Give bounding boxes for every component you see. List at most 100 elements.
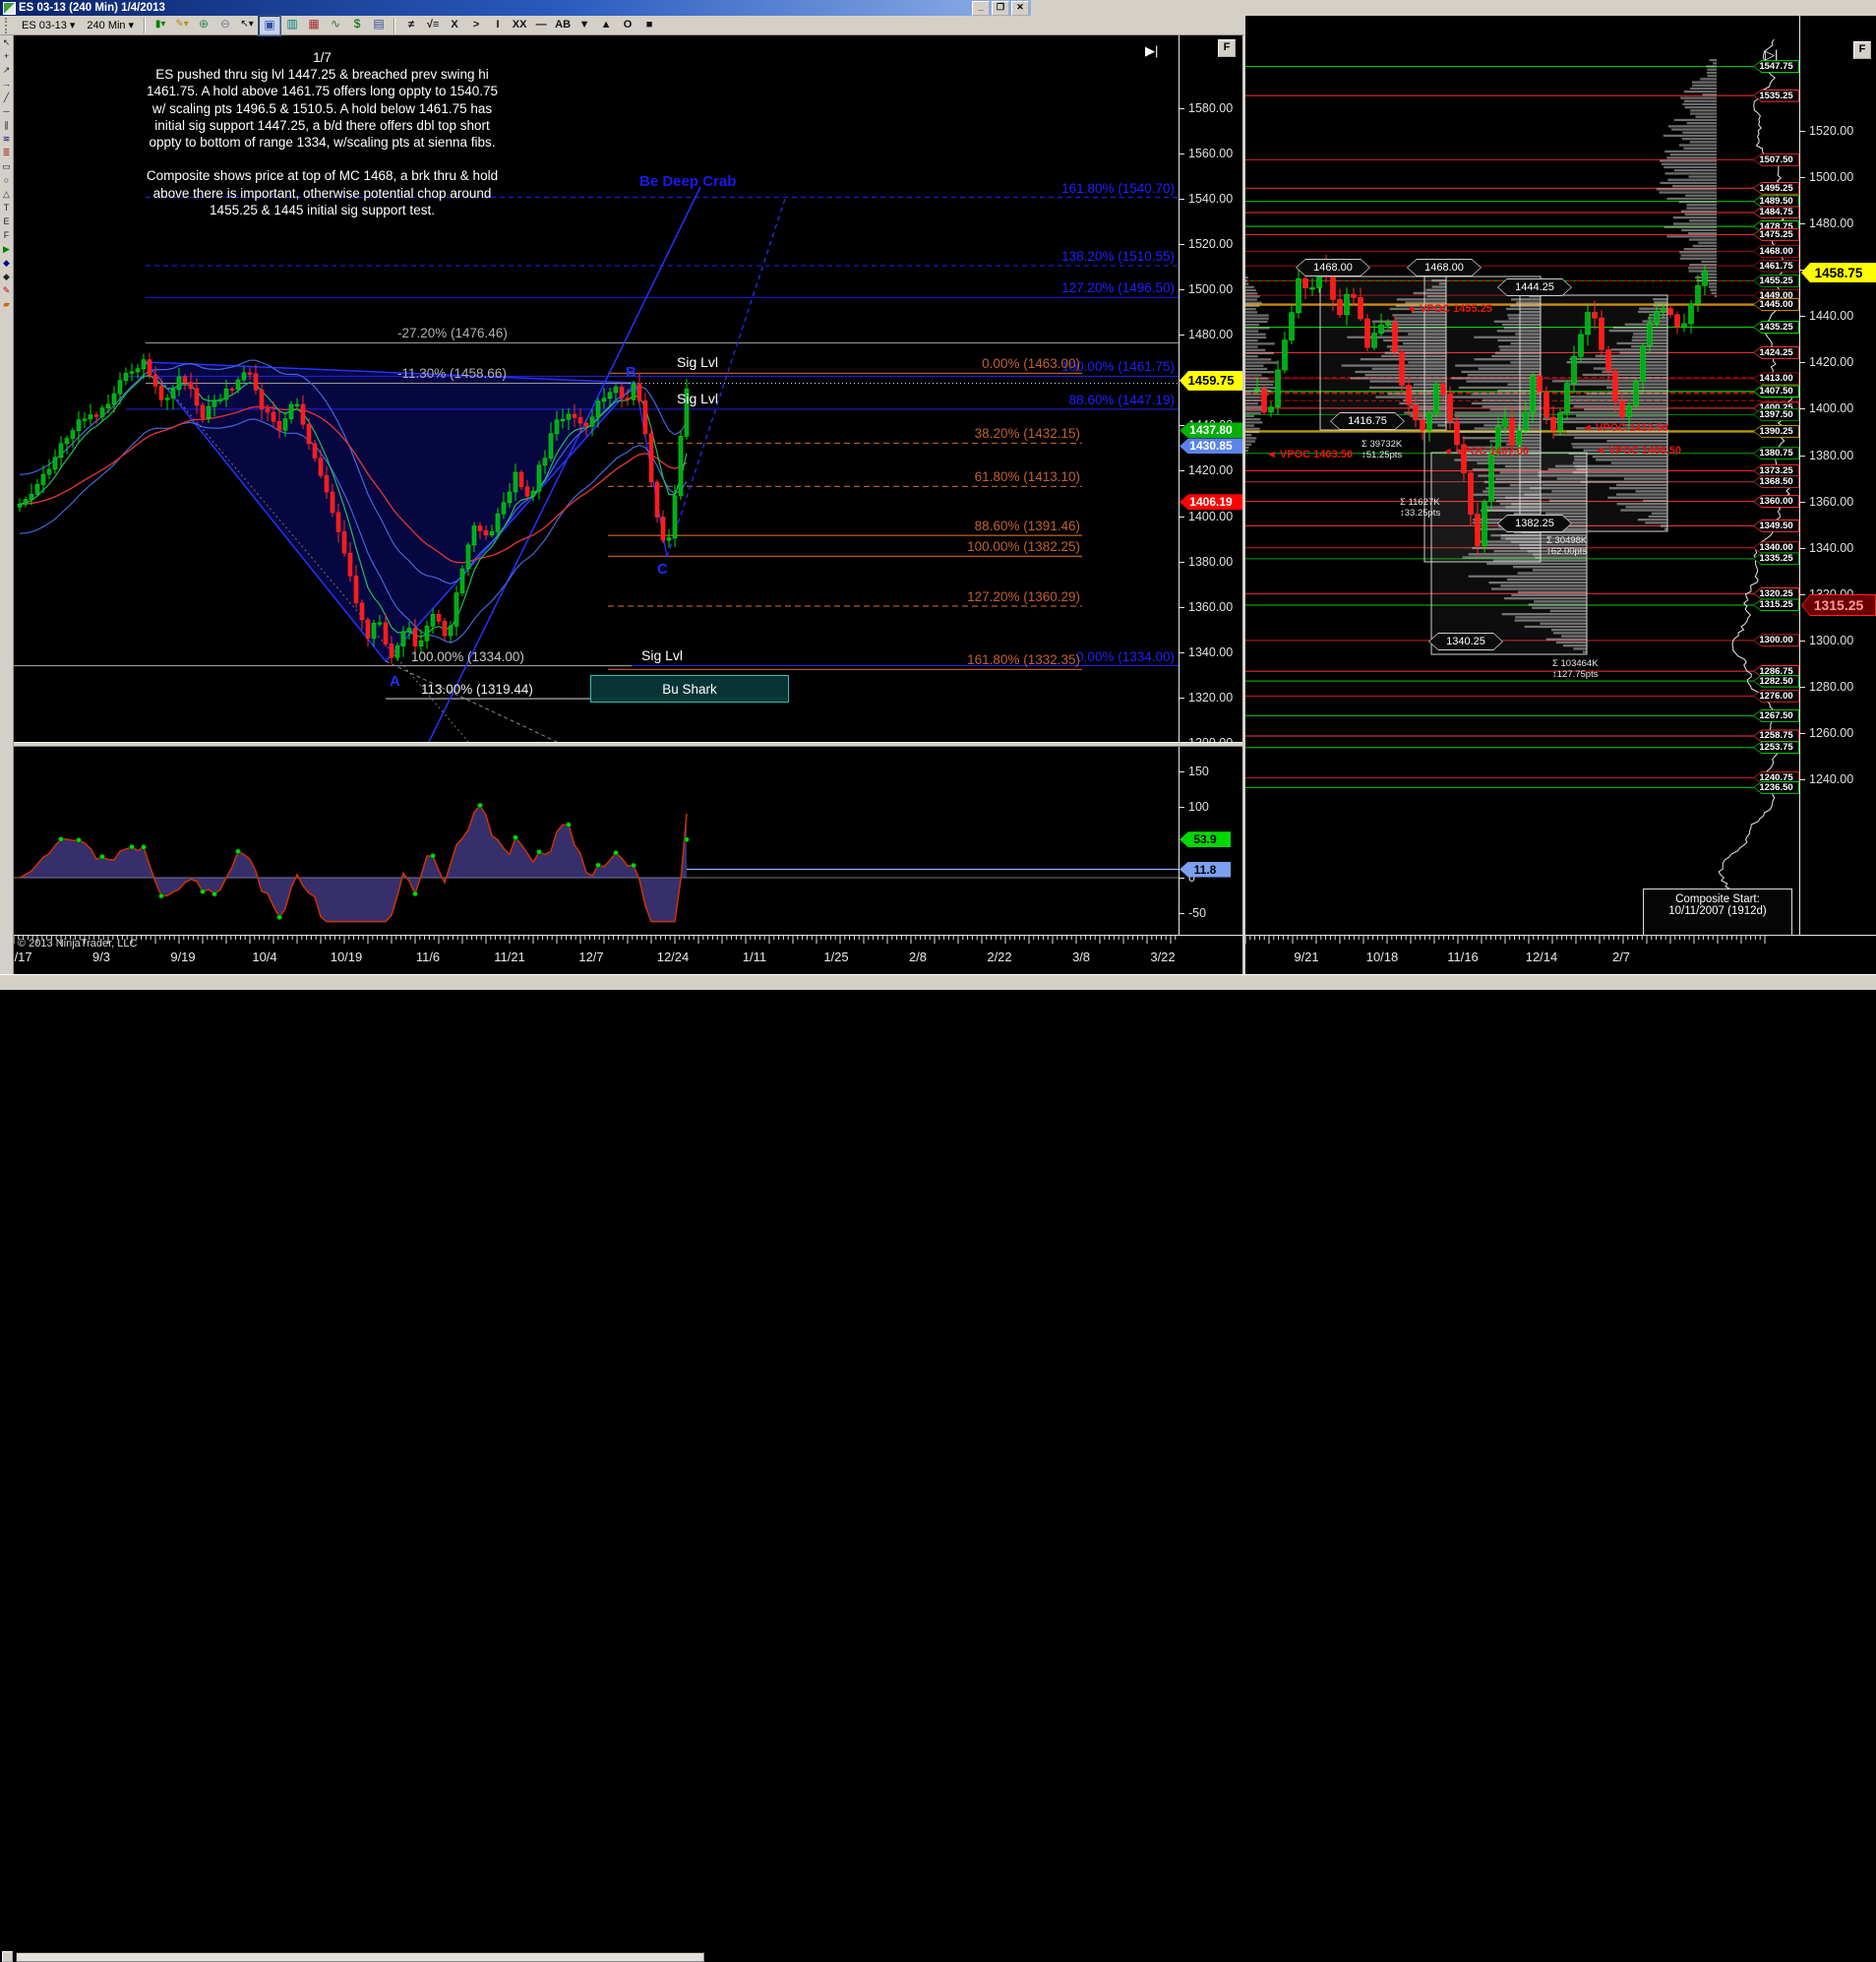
- left-axis-label: 1520.00: [1188, 237, 1233, 251]
- goto-most-recent-icon[interactable]: ▷|: [1765, 47, 1778, 63]
- level-tag-1475.25: 1475.25: [1753, 228, 1799, 241]
- sigma-volume-label: Σ 39732K↕51.25pts: [1362, 439, 1402, 460]
- arrow-up-icon[interactable]: ↗: [0, 63, 13, 77]
- histogram-button[interactable]: ▦: [304, 16, 324, 33]
- right-axis-label: 1320.00: [1809, 587, 1853, 601]
- minimize-button[interactable]: _: [972, 1, 990, 16]
- left-axis-label: 1420.00: [1188, 463, 1233, 477]
- toolbar-grip[interactable]: [5, 18, 12, 33]
- right-axis-label: 1480.00: [1809, 216, 1853, 230]
- left-date-label: 9/19: [170, 950, 195, 964]
- line-chart-button[interactable]: ∿: [326, 16, 345, 33]
- draw-tool-6[interactable]: —: [530, 17, 552, 34]
- draw-tool-10[interactable]: O: [617, 17, 638, 34]
- window-controls: _ ❐ ✕: [972, 1, 1029, 16]
- diamond-black-icon[interactable]: ◆: [0, 270, 13, 283]
- goto-most-recent-icon[interactable]: ▶|: [1145, 43, 1158, 59]
- hline-icon[interactable]: ─: [0, 104, 13, 118]
- zoom-in-button[interactable]: ⊕: [194, 16, 213, 33]
- draw-tool-11[interactable]: ■: [638, 17, 660, 34]
- draw-tool-5[interactable]: XX: [509, 17, 530, 34]
- left-axis-label: 1500.00: [1188, 282, 1233, 296]
- level-tag-value: 1300.00: [1754, 635, 1798, 645]
- zoom-region-button[interactable]: ▣: [259, 16, 280, 35]
- draw-tool-2[interactable]: X: [444, 17, 465, 34]
- fib-blue-label: 88.60% (1447.19): [964, 393, 1175, 407]
- level-tag-1236.50: 1236.50: [1753, 781, 1799, 794]
- marker-icon[interactable]: ▰: [0, 297, 13, 311]
- panel-splitter[interactable]: [0, 742, 1244, 747]
- focus-button-left[interactable]: F: [1218, 39, 1236, 57]
- play-icon[interactable]: ▶: [0, 242, 13, 256]
- close-button[interactable]: ✕: [1011, 1, 1029, 16]
- level-tag-value: 1445.00: [1754, 299, 1798, 310]
- interval-dropdown[interactable]: 240 Min ▾: [82, 16, 139, 34]
- right-axis-tick: [1800, 408, 1805, 409]
- right-axis-tick: [1800, 779, 1805, 780]
- left-date-label: 11/6: [416, 950, 440, 964]
- text-tool-icon[interactable]: T: [0, 201, 13, 215]
- level-tag-value: 1535.25: [1754, 91, 1798, 101]
- profile-level-label-1340.25: 1340.25: [1428, 633, 1503, 650]
- fib-retracement-icon[interactable]: ≣: [0, 146, 13, 159]
- draw-tool-8[interactable]: ▼: [574, 17, 595, 34]
- sig-level-label-2: Sig Lvl: [677, 391, 718, 406]
- window-divider[interactable]: [1242, 16, 1245, 974]
- e-tool-icon[interactable]: E: [0, 215, 13, 228]
- indicator-axis-label: 0: [1188, 871, 1195, 885]
- triangle-icon[interactable]: △: [0, 187, 13, 201]
- draw-tool-4[interactable]: I: [487, 17, 509, 34]
- sig-level-label-1: Sig Lvl: [677, 354, 718, 370]
- left-axis-tick: [1180, 517, 1184, 518]
- profile-level-value: 1416.75: [1331, 413, 1404, 429]
- bar-panel-button[interactable]: ▥: [282, 16, 302, 33]
- left-axis-tick: [1180, 108, 1184, 109]
- level-tag-1335.25: 1335.25: [1753, 552, 1799, 565]
- grid-button[interactable]: ▤: [369, 16, 389, 33]
- cursor-button[interactable]: ↖▾: [237, 16, 257, 33]
- left-axis-tick: [1180, 698, 1184, 699]
- wave-icon[interactable]: ≋: [0, 132, 13, 146]
- cursor-icon[interactable]: ↖: [0, 35, 13, 49]
- ellipse-icon[interactable]: ○: [0, 173, 13, 187]
- zoom-out-button[interactable]: ⊖: [215, 16, 235, 33]
- draw-tool-0[interactable]: ≠: [400, 17, 422, 34]
- profile-level-value: 1444.25: [1498, 279, 1571, 295]
- indicator-axis-tick: [1180, 771, 1184, 772]
- left-axis-tick: [1180, 607, 1184, 608]
- crosshair-icon[interactable]: +: [0, 49, 13, 63]
- left-axis-tick: [1180, 562, 1184, 563]
- trendline-icon[interactable]: ╱: [0, 91, 13, 104]
- chart-style-button[interactable]: ▮▾: [151, 16, 170, 33]
- draw-tool-1[interactable]: √≡: [422, 17, 444, 34]
- level-tag-1400.25: 1400.25: [1753, 401, 1799, 414]
- draw-button[interactable]: ✎▾: [172, 16, 192, 33]
- level-tag-value: 1267.50: [1754, 710, 1798, 721]
- focus-button-right[interactable]: F: [1853, 41, 1871, 59]
- f-tool-icon[interactable]: F: [0, 228, 13, 242]
- status-bar: [0, 974, 1876, 990]
- draw-tool-7[interactable]: AB: [552, 17, 574, 34]
- profile-level-value: 1468.00: [1408, 260, 1481, 276]
- left-axis-tick: [1180, 652, 1184, 653]
- fib-gray-label: -27.20% (1476.46): [397, 326, 508, 340]
- level-tag-value: 1507.50: [1754, 154, 1798, 165]
- instrument-dropdown[interactable]: ES 03-13 ▾: [17, 16, 80, 34]
- left-axis-label: 1360.00: [1188, 600, 1233, 614]
- status-square[interactable]: [2, 1951, 13, 1962]
- arrow-right-icon[interactable]: →: [0, 77, 13, 91]
- horizontal-scrollbar[interactable]: [16, 1952, 704, 1962]
- pencil-icon[interactable]: ✎: [0, 283, 13, 297]
- level-tag-value: 1236.50: [1754, 782, 1798, 793]
- rectangle-icon[interactable]: ▭: [0, 159, 13, 173]
- right-price-axis: 1520.001500.001480.001460.001440.001420.…: [1799, 16, 1876, 972]
- level-tag-1360.00: 1360.00: [1753, 495, 1799, 508]
- diamond-navy-icon[interactable]: ◆: [0, 256, 13, 270]
- level-tag-1286.75: 1286.75: [1753, 665, 1799, 678]
- channel-icon[interactable]: ∥: [0, 118, 13, 132]
- dollar-button[interactable]: $: [347, 16, 367, 33]
- restore-button[interactable]: ❐: [992, 1, 1009, 16]
- draw-tool-9[interactable]: ▲: [595, 17, 617, 34]
- level-tag-1449.00: 1449.00: [1753, 289, 1799, 302]
- draw-tool-3[interactable]: >: [465, 17, 487, 34]
